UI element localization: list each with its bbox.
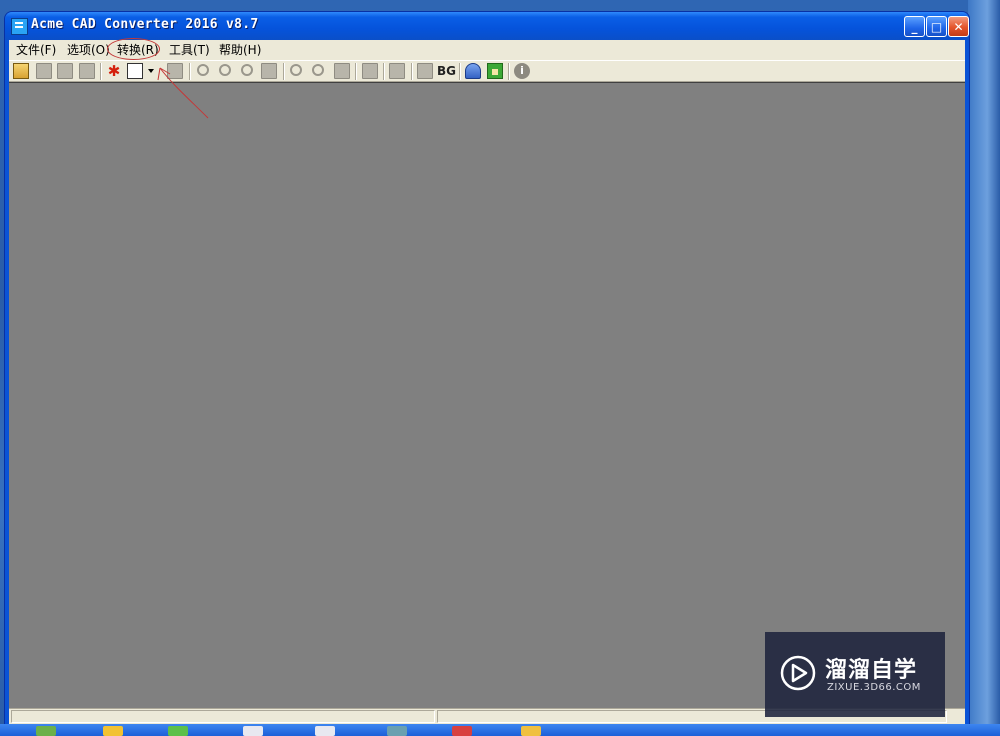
watermark-title: 溜溜自学 bbox=[825, 658, 918, 683]
minimize-button[interactable]: _ bbox=[904, 16, 925, 37]
toolbar-separator bbox=[355, 63, 357, 80]
maximize-button[interactable]: □ bbox=[926, 16, 947, 37]
open-icon[interactable] bbox=[13, 63, 29, 79]
taskbar-folder-icon[interactable] bbox=[103, 726, 123, 736]
save-icon[interactable] bbox=[36, 63, 52, 79]
drawing-canvas[interactable] bbox=[9, 82, 965, 708]
close-button[interactable]: ✕ bbox=[948, 16, 969, 37]
toolbar-separator bbox=[100, 63, 102, 80]
about-icon[interactable]: i bbox=[514, 63, 530, 79]
window-title: Acme CAD Converter 2016 v8.7 bbox=[31, 17, 259, 32]
zoom-realtime-icon[interactable] bbox=[290, 64, 302, 76]
layers-icon[interactable] bbox=[417, 63, 433, 79]
taskbar-app-icon[interactable] bbox=[36, 726, 56, 736]
taskbar-folder-icon[interactable] bbox=[521, 726, 541, 736]
toolbar: ✱ BG i bbox=[9, 60, 965, 82]
play-logo-icon bbox=[780, 655, 816, 691]
menu-options[interactable]: 选项(O) bbox=[64, 42, 113, 58]
menu-tools[interactable]: 工具(T) bbox=[166, 42, 213, 58]
status-pane-main bbox=[11, 710, 435, 723]
taskbar bbox=[0, 724, 1000, 736]
pdf-icon[interactable]: ✱ bbox=[106, 63, 122, 79]
app-icon[interactable] bbox=[11, 18, 28, 35]
toolbar-separator bbox=[283, 63, 285, 80]
zoom-in-icon[interactable] bbox=[219, 64, 231, 76]
taskbar-doc-icon[interactable] bbox=[243, 726, 263, 736]
menu-help[interactable]: 帮助(H) bbox=[216, 42, 264, 58]
measure-icon[interactable] bbox=[465, 63, 481, 79]
print-icon[interactable] bbox=[167, 63, 183, 79]
zoom-window-icon[interactable] bbox=[261, 63, 277, 79]
toolbar-separator bbox=[508, 63, 510, 80]
orbit-icon[interactable] bbox=[334, 63, 350, 79]
app-window: Acme CAD Converter 2016 v8.7 _ □ ✕ 文件(F)… bbox=[5, 12, 969, 724]
client-area: 文件(F) 选项(O) 转换(R) 工具(T) 帮助(H) ✱ BG i bbox=[9, 38, 965, 724]
layer-icon[interactable] bbox=[362, 63, 378, 79]
home-icon[interactable] bbox=[487, 63, 503, 79]
save-all-icon[interactable] bbox=[57, 63, 73, 79]
bw-icon[interactable] bbox=[389, 63, 405, 79]
toolbar-separator bbox=[383, 63, 385, 80]
pan-icon[interactable] bbox=[312, 64, 324, 76]
convert-icon[interactable] bbox=[127, 63, 143, 79]
toolbar-separator bbox=[411, 63, 413, 80]
taskbar-doc-icon[interactable] bbox=[315, 726, 335, 736]
watermark-subtitle: ZIXUE.3D66.COM bbox=[827, 682, 921, 693]
batch-icon[interactable] bbox=[79, 63, 95, 79]
menu-file[interactable]: 文件(F) bbox=[13, 42, 59, 58]
taskbar-chat-icon[interactable] bbox=[168, 726, 188, 736]
zoom-fit-icon[interactable] bbox=[241, 64, 253, 76]
zoom-out-icon[interactable] bbox=[197, 64, 209, 76]
background-icon[interactable]: BG bbox=[437, 63, 457, 79]
desktop-edge bbox=[968, 0, 1000, 736]
watermark: 溜溜自学 ZIXUE.3D66.COM bbox=[765, 632, 945, 717]
toolbar-separator bbox=[459, 63, 461, 80]
taskbar-image-icon[interactable] bbox=[387, 726, 407, 736]
menu-bar: 文件(F) 选项(O) 转换(R) 工具(T) 帮助(H) bbox=[9, 38, 965, 60]
title-bar[interactable]: Acme CAD Converter 2016 v8.7 _ □ ✕ bbox=[5, 12, 969, 40]
annotation-circle bbox=[107, 38, 160, 60]
toolbar-separator bbox=[189, 63, 191, 80]
taskbar-app-icon[interactable] bbox=[452, 726, 472, 736]
chevron-down-icon[interactable] bbox=[148, 69, 154, 73]
